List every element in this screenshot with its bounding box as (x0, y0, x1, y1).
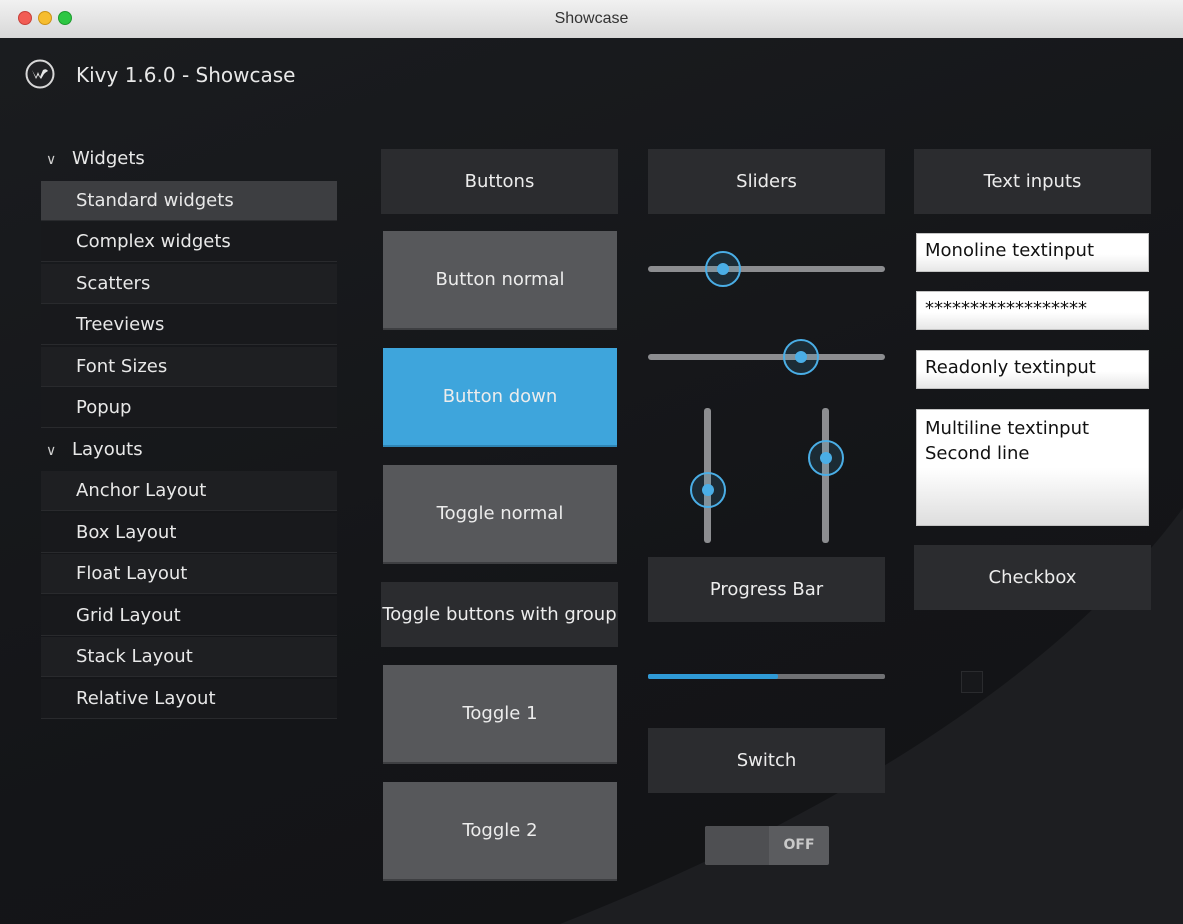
toggle-group-header: Toggle buttons with group (381, 582, 618, 647)
button-normal[interactable]: Button normal (383, 231, 617, 330)
sidebar-group-label: Widgets (72, 148, 145, 169)
toggle-2-button[interactable]: Toggle 2 (383, 782, 617, 881)
multiline-textinput[interactable]: Multiline textinput Second line (916, 409, 1149, 526)
sidebar-item-box-layout[interactable]: Box Layout (41, 512, 337, 553)
sidebar-item-treeviews[interactable]: Treeviews (41, 305, 337, 345)
text-inputs-header: Text inputs (914, 149, 1151, 214)
sliders-header: Sliders (648, 149, 885, 214)
switch-knob[interactable] (705, 826, 769, 865)
sidebar-item-anchor-layout[interactable]: Anchor Layout (41, 471, 337, 511)
button-down[interactable]: Button down (383, 348, 617, 447)
sidebar-item-grid-layout[interactable]: Grid Layout (41, 595, 337, 636)
toggle-normal-button[interactable]: Toggle normal (383, 465, 617, 564)
progress-bar-fill (648, 674, 779, 679)
sidebar-item-complex-widgets[interactable]: Complex widgets (41, 222, 337, 262)
checkbox-header: Checkbox (914, 545, 1151, 610)
sidebar-item-scatters[interactable]: Scatters (41, 263, 337, 304)
monoline-textinput[interactable]: Monoline textinput (916, 233, 1149, 272)
buttons-header: Buttons (381, 149, 618, 214)
app-window: Showcase Kivy 1.6.0 - Showcase Buttons B… (0, 0, 1183, 924)
slider-thumb[interactable] (689, 471, 726, 508)
checkbox[interactable] (961, 671, 983, 693)
password-textinput[interactable]: ****************** (916, 291, 1149, 330)
sidebar-group-layouts[interactable]: ∨ Layouts (41, 430, 337, 470)
readonly-textinput[interactable]: Readonly textinput (916, 350, 1149, 389)
app-content: Kivy 1.6.0 - Showcase Buttons Button nor… (0, 38, 1183, 924)
slider-vertical-1[interactable] (689, 408, 726, 543)
kivy-logo-icon (25, 59, 55, 89)
slider-thumb[interactable] (705, 251, 742, 287)
slider-thumb[interactable] (783, 339, 820, 375)
sidebar-group-label: Layouts (72, 438, 143, 460)
sidebar-item-stack-layout[interactable]: Stack Layout (41, 637, 337, 677)
sidebar-item-popup[interactable]: Popup (41, 388, 337, 428)
chevron-down-icon: ∨ (46, 152, 57, 168)
chevron-down-icon: ∨ (46, 442, 57, 459)
title-bar[interactable]: Showcase (0, 0, 1183, 39)
toggle-1-button[interactable]: Toggle 1 (383, 665, 617, 764)
slider-thumb[interactable] (807, 439, 844, 476)
switch-header: Switch (648, 728, 885, 793)
progress-bar (648, 674, 885, 679)
sidebar-item-relative-layout[interactable]: Relative Layout (41, 678, 337, 719)
slider-horizontal-2[interactable] (648, 339, 885, 375)
switch-state-label: OFF (783, 837, 815, 853)
window-title: Showcase (554, 10, 629, 27)
slider-horizontal-1[interactable] (648, 251, 885, 287)
progress-bar-header: Progress Bar (648, 557, 885, 622)
switch-toggle[interactable]: OFF (705, 826, 829, 865)
sidebar-item-standard-widgets[interactable]: Standard widgets (41, 180, 337, 221)
sidebar-item-float-layout[interactable]: Float Layout (41, 554, 337, 594)
app-title: Kivy 1.6.0 - Showcase (76, 63, 296, 87)
slider-vertical-2[interactable] (807, 408, 844, 543)
sidebar-group-widgets[interactable]: ∨ Widgets (41, 139, 337, 179)
sidebar-item-font-sizes[interactable]: Font Sizes (41, 346, 337, 387)
